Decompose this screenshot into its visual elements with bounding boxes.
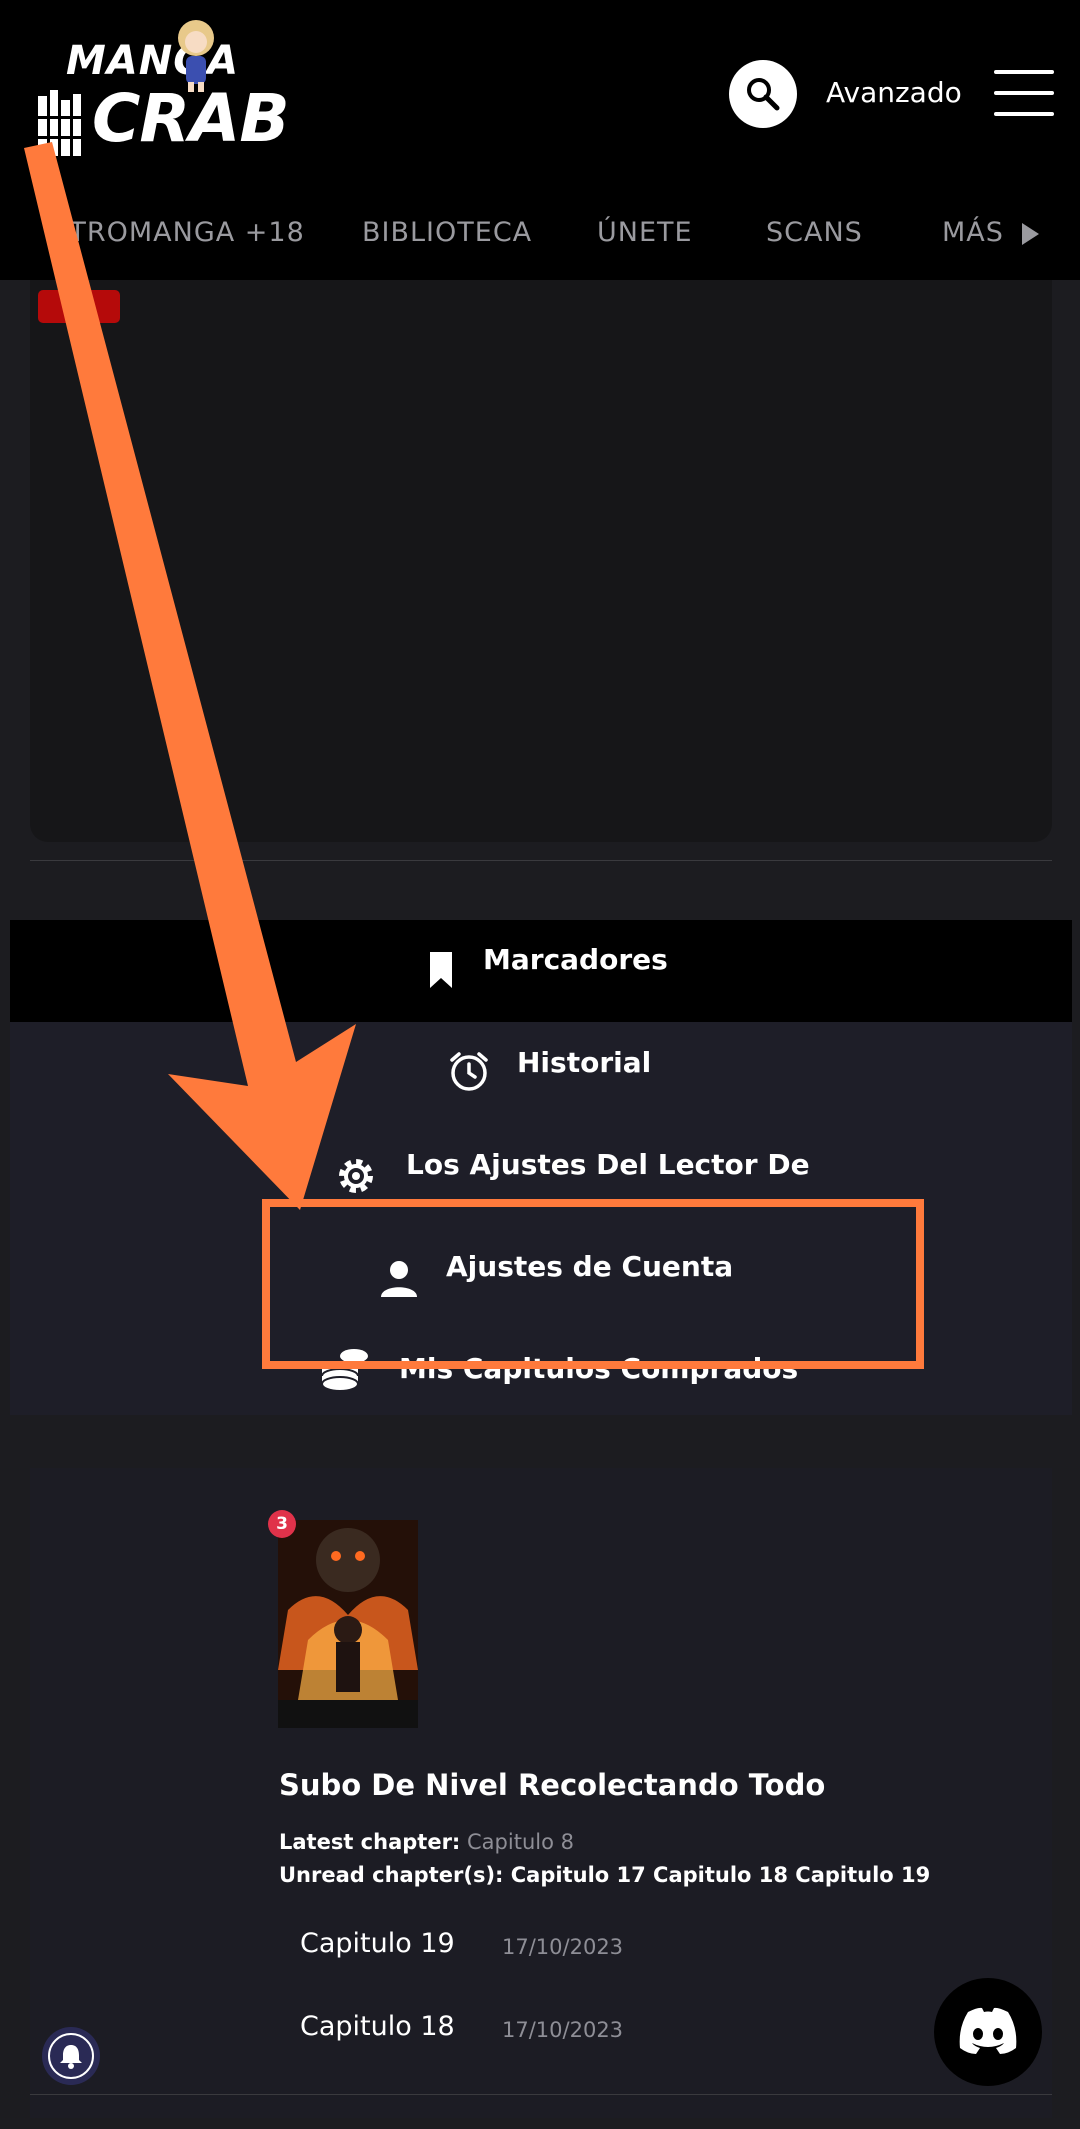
nav-item-biblioteca[interactable]: BIBLIOTECA xyxy=(362,217,532,248)
unread-chapters-value[interactable]: Capitulo 17 Capitulo 18 Capitulo 19 xyxy=(511,1863,931,1887)
caret-right-icon[interactable] xyxy=(1022,223,1039,245)
chapter-date: 17/10/2023 xyxy=(502,1935,624,1959)
divider xyxy=(30,2094,1052,2095)
latest-chapter-label: Latest chapter: xyxy=(279,1830,461,1854)
annotation-highlight-box xyxy=(262,1199,924,1369)
cover-art xyxy=(278,1520,418,1728)
main-nav: HETROMANGA +18 BIBLIOTECA ÚNETE SCANS MÁ… xyxy=(0,185,1080,280)
latest-chapter: Latest chapter: Capitulo 8 xyxy=(279,1830,574,1854)
media-badge xyxy=(38,290,120,323)
nav-item-unete[interactable]: ÚNETE xyxy=(597,217,693,248)
menu-item-marcadores[interactable]: Marcadores xyxy=(483,943,668,976)
search-button[interactable] xyxy=(729,60,797,128)
manga-cover[interactable] xyxy=(278,1520,418,1728)
unread-chapters-label: Unread chapter(s): xyxy=(279,1863,504,1887)
chapter-link[interactable]: Capitulo 19 xyxy=(300,1928,455,1959)
notification-ring xyxy=(48,2033,94,2079)
media-card xyxy=(30,280,1052,842)
books-icon xyxy=(38,90,81,156)
nav-item-scans[interactable]: SCANS xyxy=(766,217,863,248)
menu-item-ajustes-lector[interactable]: Los Ajustes Del Lector De xyxy=(406,1148,810,1181)
mascot-icon xyxy=(178,20,214,92)
discord-button[interactable] xyxy=(934,1978,1042,2086)
chapter-link[interactable]: Capitulo 18 xyxy=(300,2011,455,2042)
bookmark-icon xyxy=(430,952,452,988)
unread-chapters: Unread chapter(s): Capitulo 17 Capitulo … xyxy=(279,1863,930,1887)
chapter-date: 17/10/2023 xyxy=(502,2018,624,2042)
menu-item-historial[interactable]: Historial xyxy=(517,1046,651,1079)
site-logo[interactable]: MANGA CRAB xyxy=(36,18,290,168)
search-icon xyxy=(747,78,780,111)
unread-count-badge: 3 xyxy=(268,1510,296,1538)
alarm-clock-icon xyxy=(450,1052,488,1091)
divider xyxy=(30,860,1052,861)
discord-icon xyxy=(959,2007,1017,2054)
hamburger-menu-icon[interactable] xyxy=(994,70,1054,116)
bell-icon xyxy=(60,2045,82,2069)
nav-item-mas[interactable]: MÁS xyxy=(942,217,1004,248)
latest-chapter-value[interactable]: Capitulo 8 xyxy=(467,1830,574,1854)
advanced-search-link[interactable]: Avanzado xyxy=(826,76,962,109)
nav-item-hetromanga[interactable]: HETROMANGA +18 xyxy=(30,217,305,248)
site-header: MANGA CRAB Avanzado xyxy=(0,0,1080,185)
gear-icon xyxy=(339,1159,373,1193)
notification-button[interactable] xyxy=(42,2027,100,2085)
nav-fade xyxy=(0,215,60,255)
manga-title[interactable]: Subo De Nivel Recolectando Todo xyxy=(279,1768,825,1802)
